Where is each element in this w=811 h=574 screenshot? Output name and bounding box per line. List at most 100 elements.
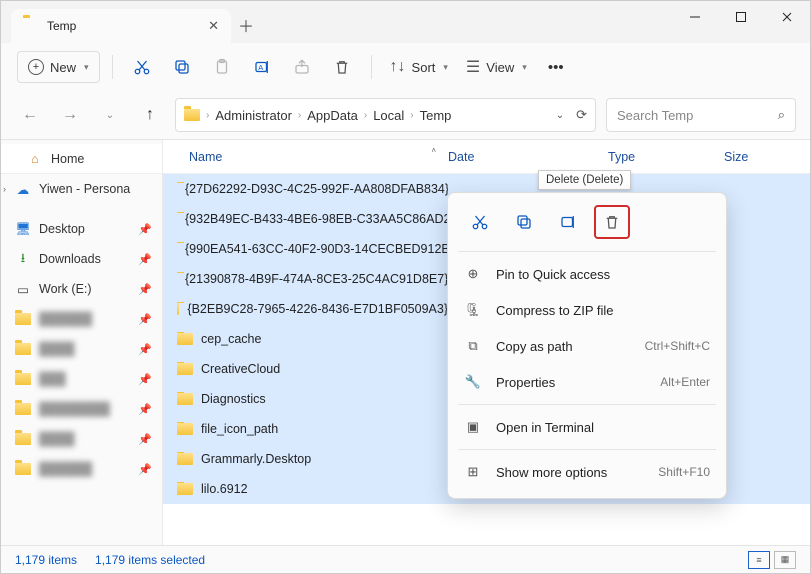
ctx-properties[interactable]: 🔧PropertiesAlt+Enter — [448, 364, 726, 400]
new-button[interactable]: + New ▾ — [17, 51, 100, 83]
file-name: cep_cache — [201, 332, 261, 346]
up-button[interactable]: ↑ — [135, 100, 165, 130]
zip-icon: 🗜 — [464, 302, 482, 318]
sidebar-item-onedrive[interactable]: › ☁ Yiwen - Persona — [1, 174, 162, 204]
paste-button[interactable] — [205, 51, 239, 83]
view-button[interactable]: ☰ View ▾ — [460, 51, 533, 83]
sidebar-item-folder[interactable]: ██████📌 — [1, 454, 162, 484]
column-date[interactable]: Date — [448, 150, 608, 164]
folder-icon — [177, 363, 193, 375]
context-menu: ⊕Pin to Quick access 🗜Compress to ZIP fi… — [447, 192, 727, 499]
share-button[interactable] — [285, 51, 319, 83]
cut-button[interactable] — [125, 51, 159, 83]
address-bar[interactable]: › Administrator› AppData› Local› Temp ⌄ … — [175, 98, 596, 132]
view-label: View — [486, 60, 514, 75]
sidebar-item-home[interactable]: ⌂ Home — [1, 144, 162, 174]
pin-icon: 📌 — [138, 253, 152, 266]
sidebar-item-folder[interactable]: ███📌 — [1, 364, 162, 394]
ctx-copy-button[interactable] — [506, 205, 542, 239]
copy-button[interactable] — [165, 51, 199, 83]
back-button[interactable]: ← — [15, 100, 45, 130]
sort-icon: ↑↓ — [390, 58, 406, 76]
status-bar: 1,179 items 1,179 items selected ≡ ▦ — [1, 545, 810, 573]
sidebar-item-desktop[interactable]: 🖥 Desktop 📌 — [1, 214, 162, 244]
chevron-down-icon: ▾ — [443, 62, 448, 73]
address-row: ← → ⌄ ↑ › Administrator› AppData› Local›… — [1, 91, 810, 139]
search-icon: ⌕ — [778, 107, 785, 123]
file-name: Diagnostics — [201, 392, 266, 406]
view-icon: ☰ — [466, 57, 480, 77]
sidebar-item-folder[interactable]: ████📌 — [1, 334, 162, 364]
sidebar-item-label: Yiwen - Persona — [39, 182, 130, 196]
breadcrumb-seg[interactable]: Local — [373, 108, 404, 123]
rename-button[interactable]: A — [245, 51, 279, 83]
file-name: Grammarly.Desktop — [201, 452, 311, 466]
delete-button[interactable] — [325, 51, 359, 83]
column-type[interactable]: Type — [608, 150, 724, 164]
sidebar-item-folder[interactable]: ████📌 — [1, 424, 162, 454]
sidebar-item-folder[interactable]: ██████📌 — [1, 304, 162, 334]
tab-title: Temp — [47, 19, 200, 33]
folder-icon — [177, 393, 193, 405]
download-icon: ⭳ — [15, 251, 31, 267]
ctx-zip[interactable]: 🗜Compress to ZIP file — [448, 292, 726, 328]
file-name: {B2EB9C28-7965-4226-8436-E7D1BF0509A3} — [187, 302, 448, 316]
desktop-icon: 🖥 — [15, 221, 31, 237]
search-input[interactable]: Search Temp ⌕ — [606, 98, 796, 132]
pin-icon: 📌 — [138, 223, 152, 236]
chevron-right-icon[interactable]: › — [3, 184, 6, 194]
close-button[interactable] — [764, 1, 810, 33]
plus-icon: + — [28, 59, 44, 75]
sidebar-item-work[interactable]: ▭ Work (E:) 📌 — [1, 274, 162, 304]
ctx-delete-button[interactable] — [594, 205, 630, 239]
sort-button[interactable]: ↑↓ Sort ▾ — [384, 51, 454, 83]
thumbnail-view-button[interactable]: ▦ — [774, 551, 796, 569]
file-name: CreativeCloud — [201, 362, 280, 376]
sidebar-item-label: Home — [51, 152, 84, 166]
more-button[interactable]: ••• — [539, 51, 573, 83]
folder-icon — [23, 18, 39, 34]
new-label: New — [50, 60, 76, 75]
ctx-cut-button[interactable] — [462, 205, 498, 239]
breadcrumb-seg[interactable]: Temp — [420, 108, 452, 123]
maximize-button[interactable] — [718, 1, 764, 33]
sidebar-item-folder[interactable]: ████████📌 — [1, 394, 162, 424]
drive-icon: ▭ — [15, 281, 31, 297]
ctx-terminal[interactable]: ▣Open in Terminal — [448, 409, 726, 445]
status-selected: 1,179 items selected — [95, 553, 205, 567]
minimize-button[interactable] — [672, 1, 718, 33]
ctx-rename-button[interactable] — [550, 205, 586, 239]
folder-icon — [177, 483, 193, 495]
ctx-copy-path[interactable]: ⧉Copy as pathCtrl+Shift+C — [448, 328, 726, 364]
toolbar: + New ▾ A ↑↓ Sort ▾ ☰ View ▾ ••• — [1, 43, 810, 91]
file-name: {27D62292-D93C-4C25-992F-AA808DFAB834} — [185, 182, 448, 196]
titlebar: Temp ✕ ＋ — [1, 1, 810, 43]
ctx-more[interactable]: ⊞Show more optionsShift+F10 — [448, 454, 726, 490]
tooltip: Delete (Delete) — [538, 170, 631, 190]
sidebar-item-downloads[interactable]: ⭳ Downloads 📌 — [1, 244, 162, 274]
new-tab-button[interactable]: ＋ — [231, 13, 261, 37]
column-name[interactable]: Name˄ — [163, 150, 448, 164]
close-tab-icon[interactable]: ✕ — [208, 18, 219, 34]
ctx-pin[interactable]: ⊕Pin to Quick access — [448, 256, 726, 292]
sidebar-item-label: Work (E:) — [39, 282, 92, 296]
refresh-icon[interactable]: ⟳ — [576, 107, 587, 123]
column-size[interactable]: Size — [724, 150, 810, 164]
chevron-down-icon[interactable]: ⌄ — [556, 110, 564, 121]
file-name: {990EA541-63CC-40F2-90D3-14CECBED912B} — [185, 242, 448, 256]
terminal-icon: ▣ — [464, 419, 482, 435]
more-icon: ⊞ — [464, 464, 482, 480]
chevron-down-icon: ▾ — [522, 62, 527, 73]
breadcrumb-seg[interactable]: Administrator — [215, 108, 292, 123]
pin-icon: ⊕ — [464, 266, 482, 282]
sort-label: Sort — [412, 60, 436, 75]
file-name: lilo.6912 — [201, 482, 248, 496]
pin-icon: 📌 — [138, 283, 152, 296]
breadcrumb-seg[interactable]: AppData — [307, 108, 358, 123]
chevron-down-icon: ▾ — [84, 62, 89, 73]
forward-button: → — [55, 100, 85, 130]
recent-button[interactable]: ⌄ — [95, 100, 125, 130]
window-tab[interactable]: Temp ✕ — [11, 9, 231, 43]
details-view-button[interactable]: ≡ — [748, 551, 770, 569]
home-icon: ⌂ — [27, 151, 43, 167]
